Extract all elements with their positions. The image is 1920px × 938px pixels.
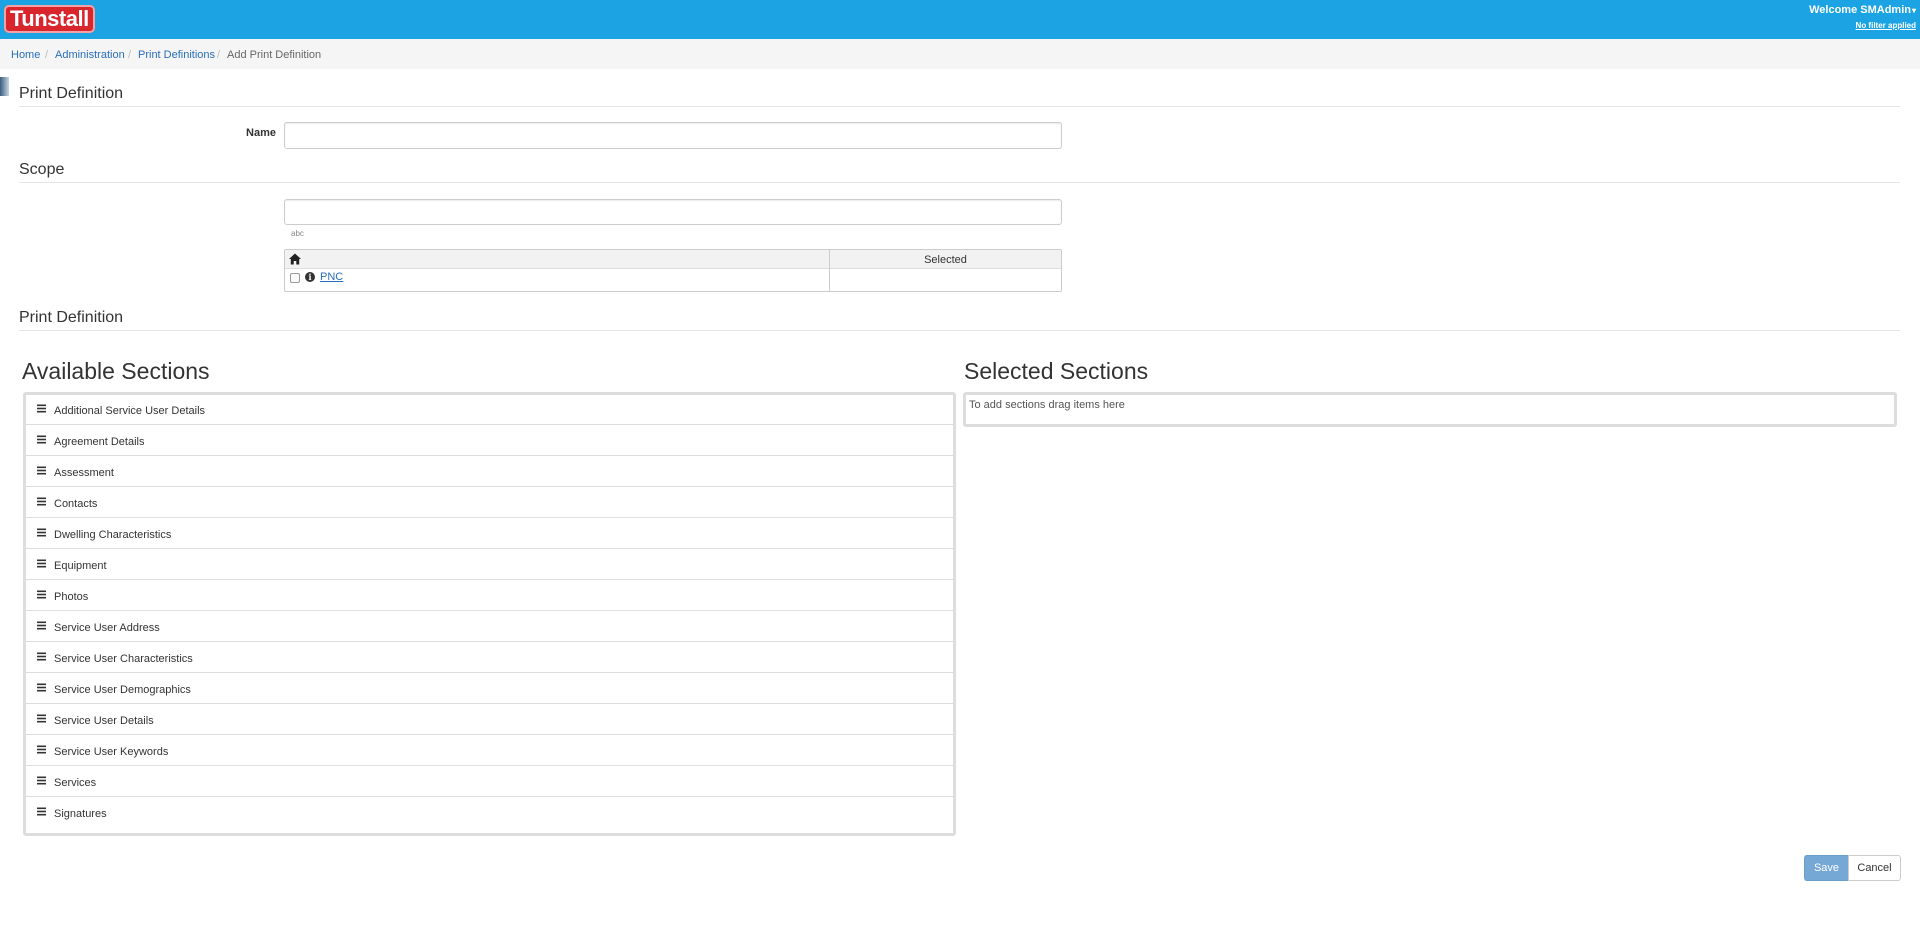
divider	[19, 106, 1900, 107]
scope-hint-text: abc	[291, 229, 304, 238]
section-item-service-user-details[interactable]: Service User Details	[26, 705, 953, 735]
save-button[interactable]: Save	[1804, 855, 1849, 881]
tunstall-logo[interactable]: Tunstall	[4, 5, 95, 33]
drag-handle-icon[interactable]	[37, 528, 46, 537]
section-item-additional-service-user-details[interactable]: Additional Service User Details	[26, 395, 953, 425]
section-item-label: Dwelling Characteristics	[54, 529, 172, 541]
section-item-label: Service User Details	[54, 715, 154, 727]
cancel-button[interactable]: Cancel	[1848, 855, 1901, 881]
drag-handle-icon[interactable]	[37, 745, 46, 754]
filter-status-link[interactable]: No filter applied	[1856, 21, 1916, 30]
drag-handle-icon[interactable]	[37, 404, 46, 413]
available-sections-list: Additional Service User Details Agreemen…	[23, 392, 956, 836]
section-title-scope: Scope	[19, 161, 65, 178]
section-item-label: Equipment	[54, 560, 107, 572]
info-circle-icon[interactable]: i	[305, 272, 315, 282]
pnc-checkbox[interactable]	[290, 273, 300, 283]
section-item-label: Service User Demographics	[54, 684, 191, 696]
section-item-signatures[interactable]: Signatures	[26, 798, 953, 828]
drag-handle-icon[interactable]	[37, 714, 46, 723]
selected-sections-dropzone[interactable]: To add sections drag items here	[963, 392, 1897, 427]
scope-item-pnc[interactable]: PNC	[320, 271, 343, 283]
top-navbar: Tunstall Welcome SMAdmin▾ No filter appl…	[0, 0, 1920, 39]
section-item-label: Agreement Details	[54, 436, 145, 448]
selected-sections-title: Selected Sections	[964, 358, 1149, 384]
drag-handle-icon[interactable]	[37, 435, 46, 444]
section-item-service-user-demographics[interactable]: Service User Demographics	[26, 674, 953, 704]
dropzone-hint: To add sections drag items here	[969, 399, 1125, 411]
section-item-service-user-address[interactable]: Service User Address	[26, 612, 953, 642]
drag-handle-icon[interactable]	[37, 590, 46, 599]
section-item-agreement-details[interactable]: Agreement Details	[26, 426, 953, 456]
drag-handle-icon[interactable]	[37, 497, 46, 506]
section-item-label: Service User Keywords	[54, 746, 169, 758]
available-sections-title: Available Sections	[22, 358, 210, 384]
section-item-label: Contacts	[54, 498, 98, 510]
breadcrumb-administration[interactable]: Administration	[55, 49, 125, 61]
breadcrumb-home[interactable]: Home	[11, 49, 40, 61]
section-item-label: Services	[54, 777, 97, 789]
breadcrumb: Home / Administration / Print Definition…	[0, 39, 1920, 69]
section-item-services[interactable]: Services	[26, 767, 953, 797]
column-divider	[829, 250, 830, 291]
section-item-label: Additional Service User Details	[54, 405, 206, 417]
section-item-photos[interactable]: Photos	[26, 581, 953, 611]
drag-handle-icon[interactable]	[37, 466, 46, 475]
welcome-text: Welcome SMAdmin	[1809, 4, 1911, 16]
selected-column-header: Selected	[924, 254, 967, 266]
user-menu[interactable]: Welcome SMAdmin▾	[1809, 4, 1916, 16]
section-title-print-definition: Print Definition	[19, 85, 124, 102]
section-item-label: Service User Characteristics	[54, 653, 193, 665]
drag-handle-icon[interactable]	[37, 776, 46, 785]
drag-handle-icon[interactable]	[37, 807, 46, 816]
breadcrumb-separator: /	[217, 49, 221, 61]
section-item-dwelling-characteristics[interactable]: Dwelling Characteristics	[26, 519, 953, 549]
caret-down-icon: ▾	[1911, 6, 1916, 15]
breadcrumb-separator: /	[128, 49, 132, 61]
section-item-label: Service User Address	[54, 622, 160, 634]
name-label: Name	[246, 127, 276, 139]
scope-tree-table: Selected i PNC	[284, 249, 1062, 292]
divider	[19, 330, 1900, 331]
drag-handle-icon[interactable]	[37, 559, 46, 568]
drag-handle-icon[interactable]	[37, 621, 46, 630]
breadcrumb-print-definitions[interactable]: Print Definitions	[138, 49, 215, 61]
scope-search-input[interactable]	[284, 199, 1062, 225]
section-item-equipment[interactable]: Equipment	[26, 550, 953, 580]
divider	[19, 182, 1900, 183]
section-item-assessment[interactable]: Assessment	[26, 457, 953, 487]
breadcrumb-current: Add Print Definition	[227, 49, 322, 61]
drag-handle-icon[interactable]	[37, 683, 46, 692]
section-item-label: Signatures	[54, 808, 107, 820]
drag-handle-icon[interactable]	[37, 652, 46, 661]
section-item-label: Assessment	[54, 467, 114, 479]
home-icon[interactable]	[288, 252, 302, 266]
section-item-contacts[interactable]: Contacts	[26, 488, 953, 518]
sidebar-toggle-tab[interactable]	[0, 77, 9, 96]
section-item-service-user-characteristics[interactable]: Service User Characteristics	[26, 643, 953, 673]
section-title-print-definition-sections: Print Definition	[19, 309, 124, 326]
section-item-label: Photos	[54, 591, 89, 603]
section-item-service-user-keywords[interactable]: Service User Keywords	[26, 736, 953, 766]
breadcrumb-separator: /	[45, 49, 49, 61]
name-input[interactable]	[284, 122, 1062, 149]
